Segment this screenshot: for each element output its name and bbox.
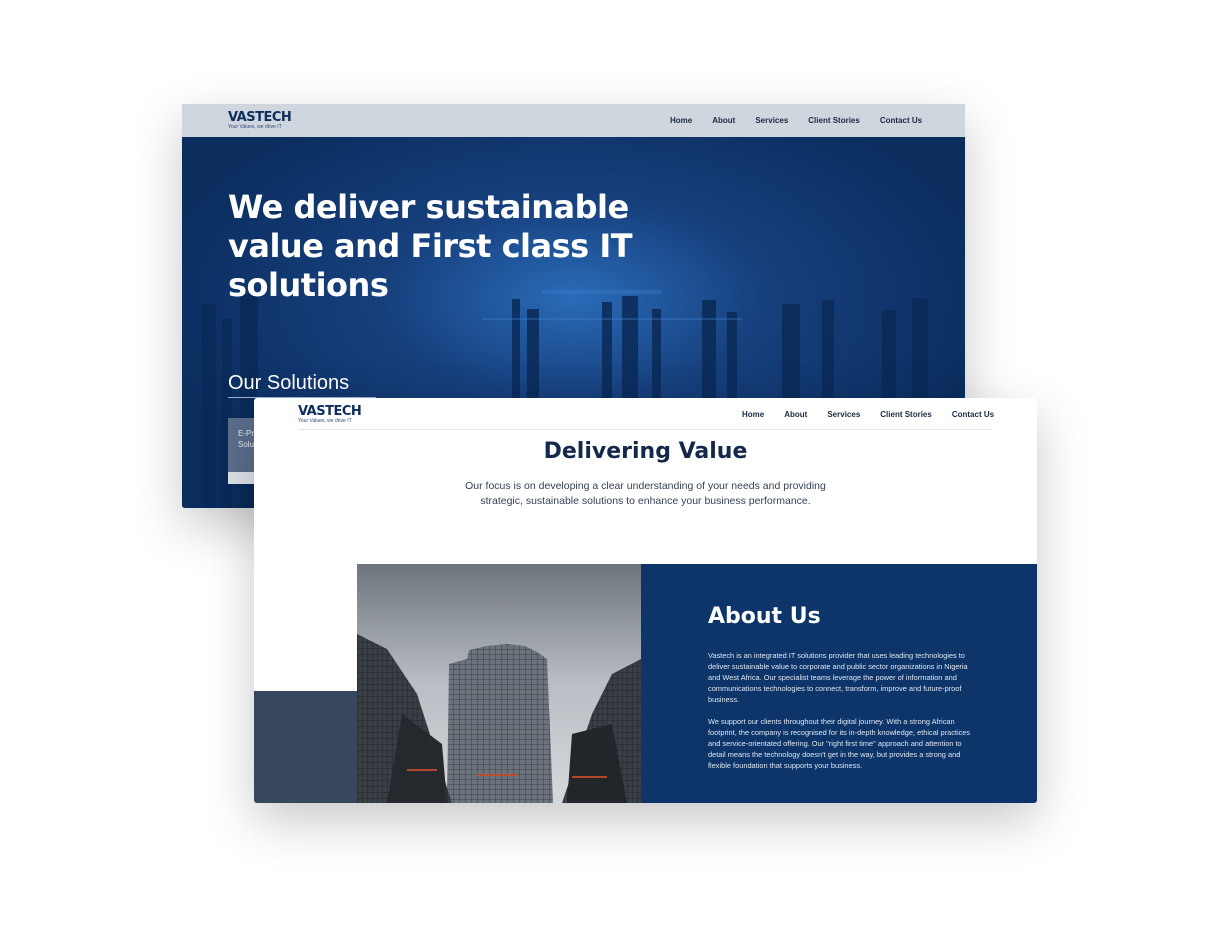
about-us-heading: About Us	[708, 604, 821, 629]
solutions-heading: Our Solutions	[228, 372, 350, 394]
nav-home-front[interactable]: Home	[742, 410, 764, 419]
nav-client-stories-front[interactable]: Client Stories	[880, 410, 932, 419]
solution-card-line1: E-Pr	[238, 429, 254, 438]
nav-services-front[interactable]: Services	[827, 410, 860, 419]
delivering-value-text: Our focus is on developing a clear under…	[465, 480, 826, 507]
nav-home[interactable]: Home	[670, 116, 692, 125]
nav-contact-us-front[interactable]: Contact Us	[952, 410, 994, 419]
hero-nav-menu: Home About Services Client Stories Conta…	[670, 116, 922, 125]
solution-card-label: E-Pr Solu	[238, 428, 254, 450]
about-paragraph-2: We support our clients throughout their …	[708, 717, 971, 770]
about-page-screenshot: VASTECH Your Values, we drive IT Home Ab…	[254, 398, 1037, 803]
hero-heading: We deliver sustainable value and First c…	[228, 188, 633, 304]
nav-about-front[interactable]: About	[784, 410, 807, 419]
skyscraper-photo	[357, 564, 641, 803]
slate-accent-block	[254, 691, 357, 803]
brand-logo[interactable]: VASTECH Your Values, we drive IT	[228, 110, 292, 130]
front-nav-menu: Home About Services Client Stories Conta…	[742, 410, 994, 419]
brand-name-front: VASTECH	[298, 404, 362, 419]
nav-divider	[298, 429, 992, 430]
nav-services[interactable]: Services	[755, 116, 788, 125]
hero-navbar: VASTECH Your Values, we drive IT Home Ab…	[182, 104, 965, 137]
about-us-panel: About Us Vastech is an integrated IT sol…	[641, 564, 1037, 803]
delivering-value-heading: Delivering Value	[543, 439, 748, 464]
nav-client-stories[interactable]: Client Stories	[808, 116, 860, 125]
nav-contact-us[interactable]: Contact Us	[880, 116, 922, 125]
solution-card-line2: Solu	[238, 440, 255, 449]
nav-about[interactable]: About	[712, 116, 735, 125]
about-paragraph-1: Vastech is an integrated IT solutions pr…	[708, 651, 968, 704]
brand-name: VASTECH	[228, 110, 292, 125]
brand-logo-front[interactable]: VASTECH Your Values, we drive IT	[298, 404, 362, 424]
